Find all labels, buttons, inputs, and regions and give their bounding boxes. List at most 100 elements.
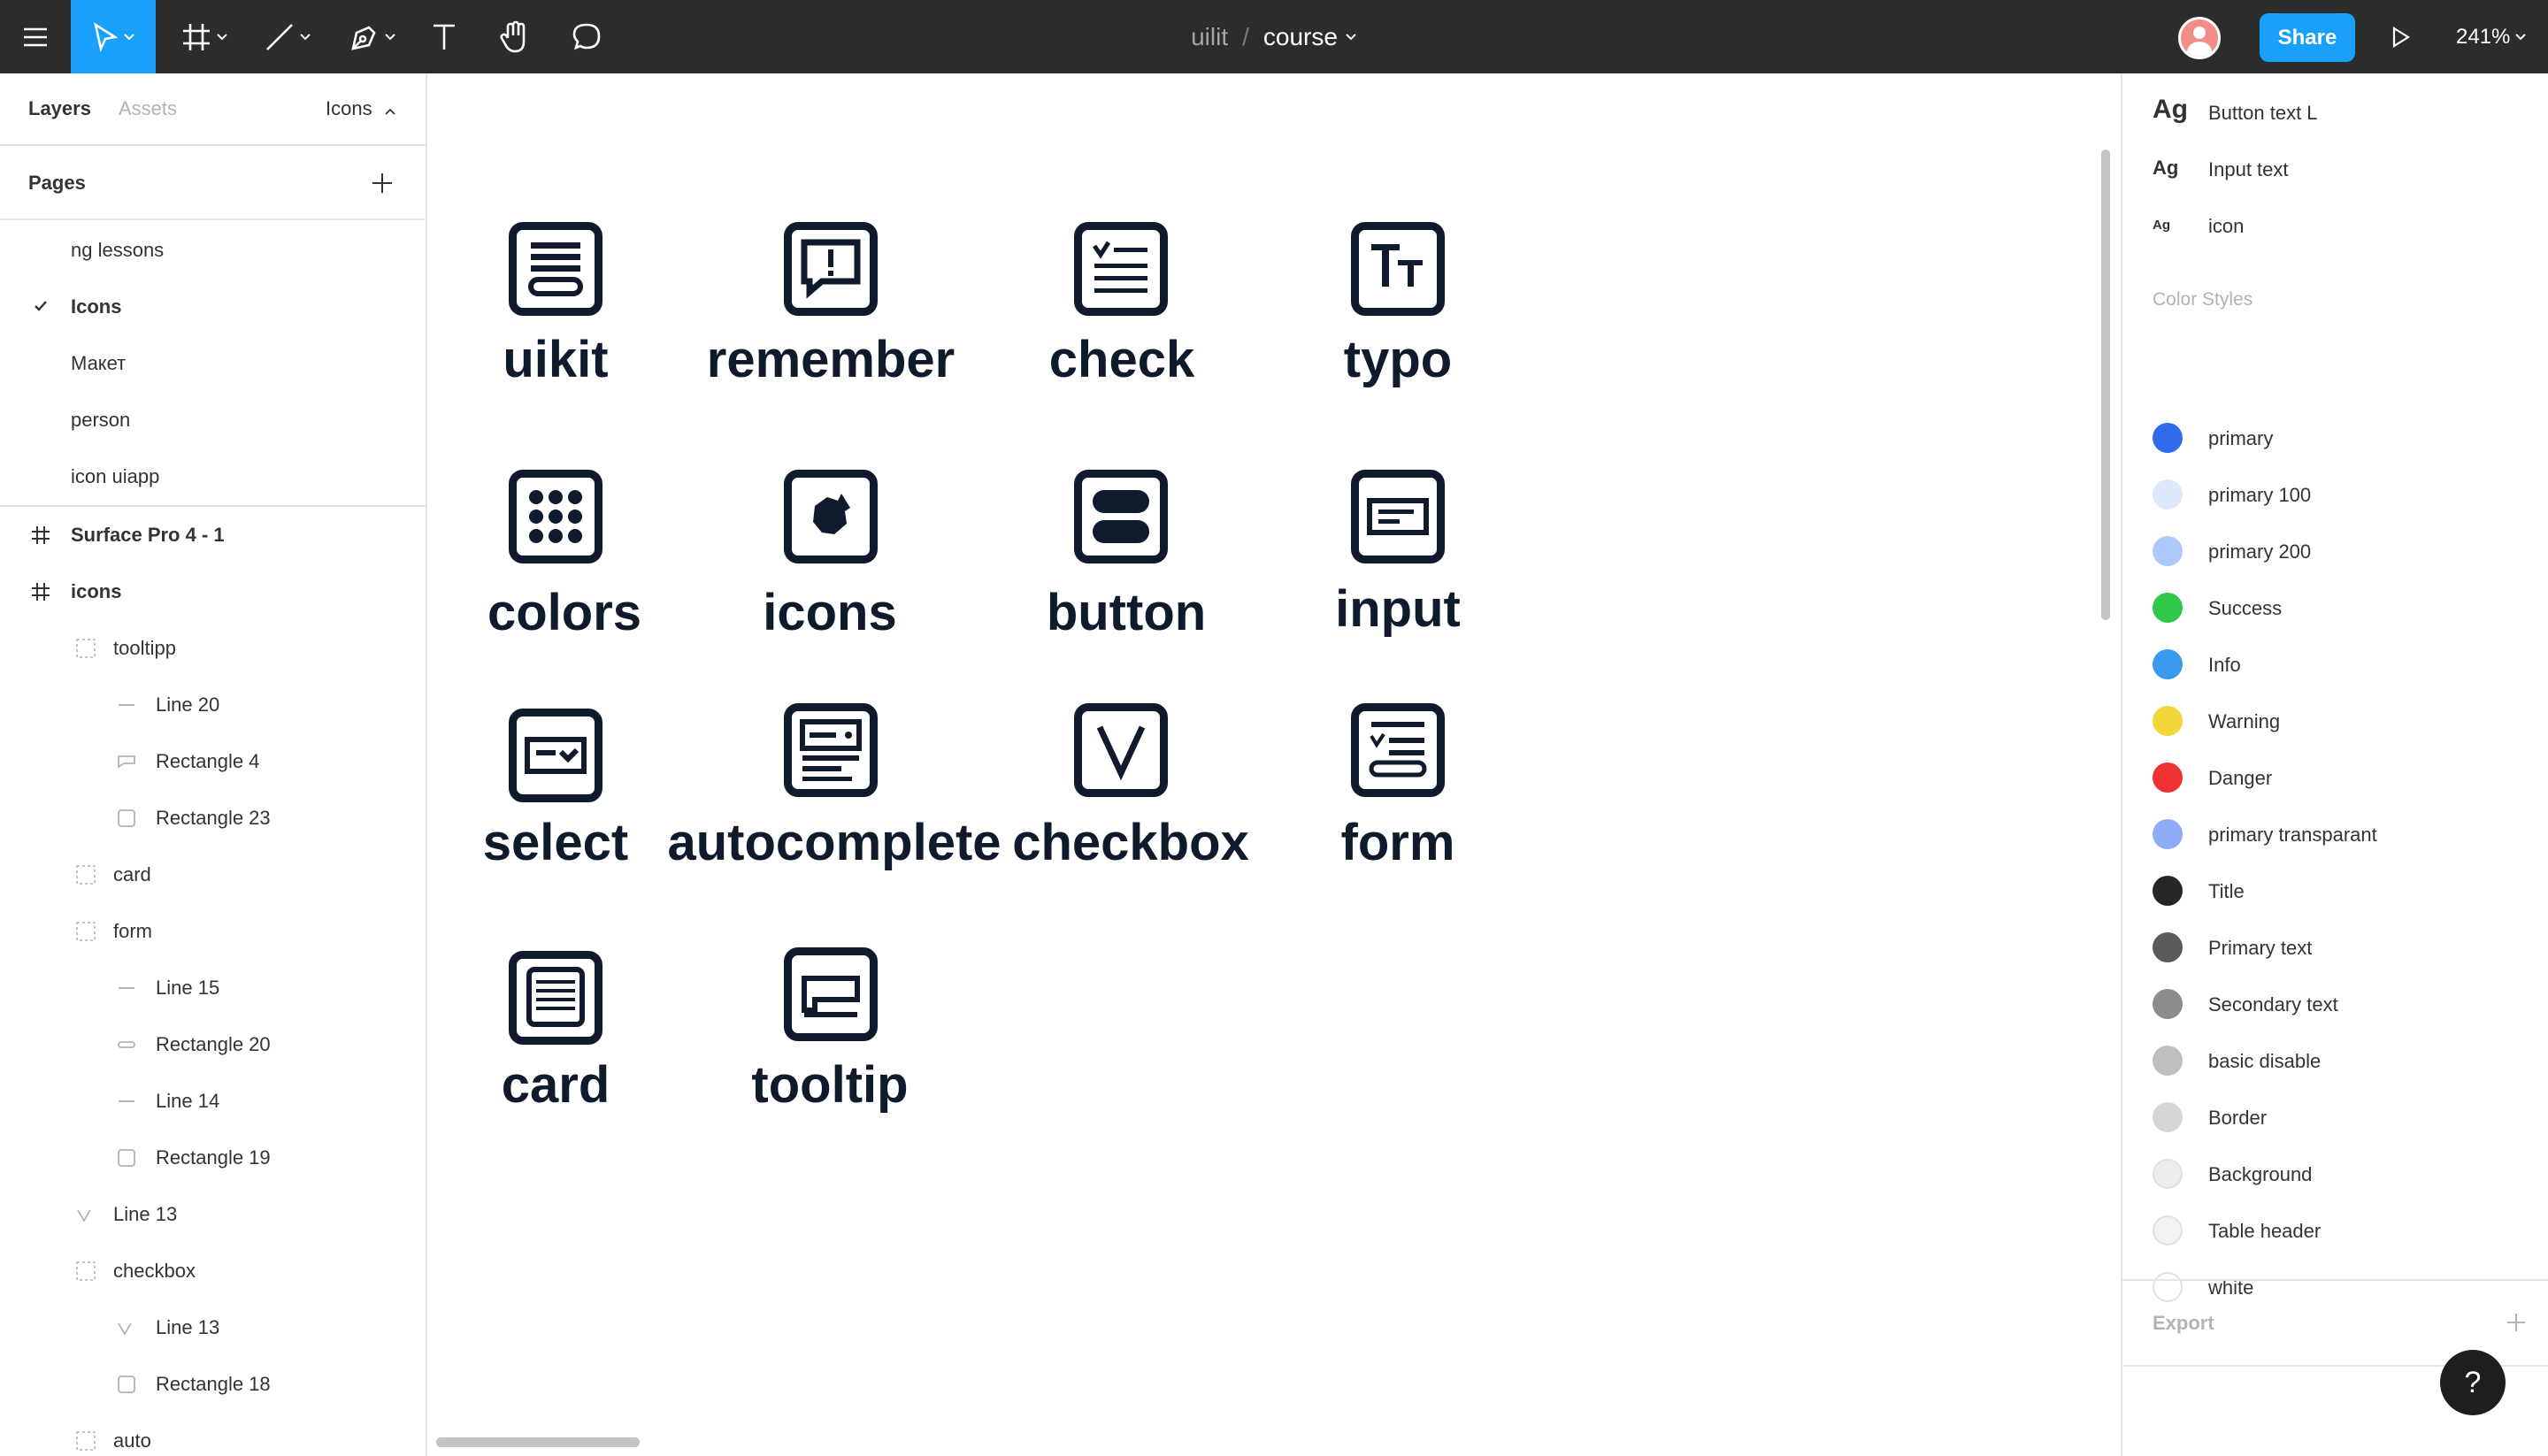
layer-label: Line 20 <box>156 694 220 716</box>
layer-row[interactable]: Rectangle 4 <box>0 733 426 790</box>
add-export-icon[interactable] <box>2506 1312 2527 1333</box>
layer-row[interactable]: auto <box>0 1413 426 1456</box>
text-style-name: Button text L <box>2208 102 2318 124</box>
zoom-level[interactable]: 241% <box>2456 0 2527 73</box>
color-style-row[interactable]: primary <box>2122 410 2548 466</box>
typo-icon[interactable] <box>1351 222 1445 316</box>
button-icon[interactable] <box>1074 470 1168 563</box>
page-selector[interactable]: Icons <box>326 97 395 120</box>
colors-icon[interactable] <box>509 470 602 563</box>
color-style-row[interactable]: Primary text <box>2122 919 2548 976</box>
color-style-row[interactable]: Table header <box>2122 1202 2548 1259</box>
layer-row[interactable]: Line 14 <box>0 1073 426 1130</box>
color-swatch <box>2153 706 2183 736</box>
text-style-sample: Ag <box>2153 95 2188 124</box>
layer-row[interactable]: Rectangle 23 <box>0 790 426 847</box>
card-icon[interactable] <box>509 951 602 1045</box>
share-button[interactable]: Share <box>2260 13 2355 62</box>
form-icon[interactable] <box>1351 703 1445 797</box>
layer-row[interactable]: form <box>0 903 426 960</box>
page-item[interactable]: Макет <box>0 335 426 392</box>
group-icon <box>76 1261 96 1281</box>
present-button[interactable] <box>2383 0 2419 73</box>
icons-icon[interactable] <box>784 470 878 563</box>
icon-label: remember <box>706 331 956 388</box>
text-style-name: icon <box>2208 215 2245 237</box>
layer-label: Line 15 <box>156 977 220 999</box>
layer-row[interactable]: checkbox <box>0 1243 426 1299</box>
icon-label: select <box>482 814 629 871</box>
remember-icon[interactable] <box>784 222 878 316</box>
layer-row[interactable]: Line 15 <box>0 960 426 1016</box>
top-toolbar: uilit / course Share 241% <box>0 0 2548 73</box>
color-style-row[interactable]: basic disable <box>2122 1032 2548 1089</box>
color-style-row[interactable]: Danger <box>2122 749 2548 806</box>
layer-row[interactable]: Line 13 <box>0 1299 426 1356</box>
icon-label: form <box>1340 814 1455 871</box>
layer-row[interactable]: tooltipp <box>0 620 426 677</box>
layer-label: Surface Pro 4 - 1 <box>71 524 225 546</box>
layer-row[interactable]: Rectangle 20 <box>0 1016 426 1073</box>
frame-icon <box>32 526 50 544</box>
layer-row[interactable]: Surface Pro 4 - 1 <box>0 507 426 563</box>
uikit-icon[interactable] <box>509 222 602 316</box>
layer-label: Rectangle 19 <box>156 1146 271 1169</box>
file-name[interactable]: course <box>1263 23 1338 51</box>
chevron-up-icon <box>385 108 395 115</box>
color-style-row[interactable]: Border <box>2122 1089 2548 1146</box>
color-style-row[interactable]: Background <box>2122 1146 2548 1202</box>
breadcrumb-separator: / <box>1242 22 1249 50</box>
layer-row[interactable]: Rectangle 19 <box>0 1130 426 1186</box>
color-style-name: Danger <box>2208 767 2273 789</box>
divider <box>2122 1279 2548 1281</box>
check-icon[interactable] <box>1074 222 1168 316</box>
select-icon[interactable] <box>509 709 602 802</box>
panel-tabs: Layers Assets Icons <box>0 73 426 146</box>
color-swatch <box>2153 1272 2183 1302</box>
color-style-row[interactable]: Secondary text <box>2122 976 2548 1032</box>
checkbox-icon[interactable] <box>1074 703 1168 797</box>
color-style-name: primary <box>2208 427 2274 449</box>
color-style-row[interactable]: primary transparant <box>2122 806 2548 862</box>
design-canvas[interactable]: uikit remember check typo colors icons b… <box>427 73 2121 1456</box>
autocomplete-icon[interactable] <box>784 703 878 797</box>
vertical-scrollbar[interactable] <box>2101 149 2110 620</box>
color-style-name: Title <box>2208 880 2245 902</box>
icon-label: typo <box>1343 331 1453 388</box>
text-style-row[interactable]: Ag Input text <box>2122 139 2548 195</box>
tab-layers[interactable]: Layers <box>28 97 91 120</box>
color-style-row[interactable]: Info <box>2122 636 2548 693</box>
text-style-row[interactable]: Ag icon <box>2122 195 2548 252</box>
tooltip-icon[interactable] <box>784 947 878 1041</box>
project-name[interactable]: uilit <box>1191 23 1228 51</box>
color-style-name: Border <box>2208 1107 2268 1129</box>
chevron-down-icon[interactable] <box>1345 33 1357 42</box>
color-style-row[interactable]: Warning <box>2122 693 2548 749</box>
layer-row[interactable]: Line 13 <box>0 1186 426 1243</box>
color-style-row[interactable]: Title <box>2122 862 2548 919</box>
horizontal-scrollbar[interactable] <box>436 1437 640 1447</box>
color-style-row[interactable]: primary 200 <box>2122 523 2548 579</box>
avatar[interactable] <box>2178 17 2221 59</box>
page-item-selected[interactable]: Icons <box>0 279 426 335</box>
layer-row[interactable]: card <box>0 847 426 903</box>
layer-row[interactable]: icons <box>0 563 426 620</box>
play-icon <box>2392 26 2411 48</box>
layer-label: auto <box>113 1429 151 1452</box>
layer-row[interactable]: Rectangle 18 <box>0 1356 426 1413</box>
layer-label: icons <box>71 580 122 602</box>
color-style-row[interactable]: Success <box>2122 579 2548 636</box>
page-item[interactable]: icon uiapp <box>0 448 426 505</box>
color-style-row[interactable]: white <box>2122 1259 2548 1315</box>
input-icon[interactable] <box>1351 470 1445 563</box>
page-item[interactable]: person <box>0 392 426 448</box>
text-style-row[interactable]: Ag Button text L <box>2122 82 2548 139</box>
color-style-row[interactable]: primary 100 <box>2122 466 2548 523</box>
layer-row[interactable]: Line 20 <box>0 677 426 733</box>
help-button[interactable]: ? <box>2440 1350 2506 1415</box>
layer-label: Rectangle 20 <box>156 1033 271 1055</box>
tab-assets[interactable]: Assets <box>119 97 177 120</box>
icon-label: tooltip <box>751 1056 909 1114</box>
page-item[interactable]: ng lessons <box>0 222 426 279</box>
add-page-icon[interactable] <box>371 172 394 195</box>
